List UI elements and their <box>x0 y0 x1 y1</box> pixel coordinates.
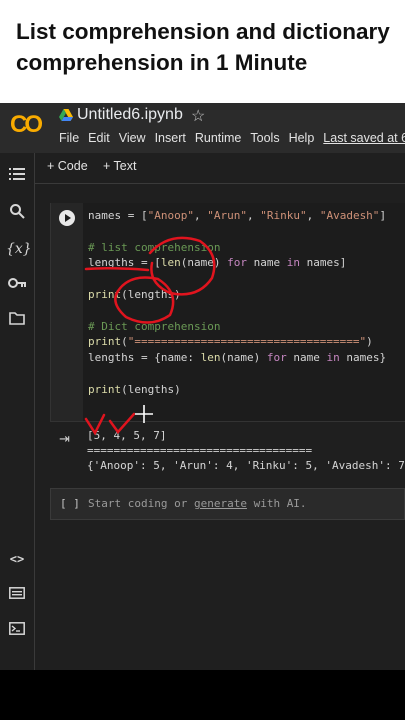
code-line: print("=================================… <box>88 335 373 349</box>
code-line: # Dict comprehension <box>88 319 221 333</box>
code-line: print(lengths) <box>88 382 181 396</box>
star-icon[interactable]: ☆ <box>191 106 205 126</box>
output-actions-icon[interactable]: ⇥ <box>59 431 70 447</box>
key-icon[interactable] <box>6 275 28 295</box>
table-of-contents-icon[interactable] <box>6 167 28 187</box>
code-line: print(lengths) <box>88 287 181 301</box>
cell-gutter <box>51 203 83 421</box>
placeholder-suffix: with AI. <box>246 497 307 510</box>
code-cell[interactable]: names = ["Anoop", "Arun", "Rinku", "Avad… <box>50 203 405 421</box>
video-title: List comprehension and dictionary compre… <box>16 19 390 75</box>
output-line: [5, 4, 5, 7] <box>87 429 167 442</box>
cell-bracket: [ ] <box>60 497 80 510</box>
code-line: # list comprehension <box>88 240 221 254</box>
menu-help[interactable]: Help <box>289 131 315 145</box>
left-sidebar: {x} <> <box>0 153 35 670</box>
menu-view[interactable]: View <box>119 131 146 145</box>
folder-icon[interactable] <box>6 311 28 331</box>
terminal-icon[interactable] <box>6 621 28 641</box>
code-line: names = ["Anoop", "Arun", "Rinku", "Avad… <box>88 209 387 222</box>
command-palette-icon[interactable] <box>6 585 28 605</box>
cell-output: ⇥ [5, 4, 5, 7] =========================… <box>50 421 405 482</box>
empty-code-cell[interactable]: [ ] Start coding or generate with AI. <box>50 488 405 520</box>
bottom-letterbox <box>0 670 405 720</box>
code-snippets-icon[interactable]: <> <box>6 549 28 569</box>
output-text: [5, 4, 5, 7] ===========================… <box>87 428 405 473</box>
menu-runtime[interactable]: Runtime <box>195 131 242 145</box>
variables-icon[interactable]: {x} <box>6 239 32 259</box>
output-line: {'Anoop': 5, 'Arun': 4, 'Rinku': 5, 'Ava… <box>87 459 405 472</box>
placeholder-prefix: Start coding or <box>88 497 194 510</box>
notebook-title[interactable]: Untitled6.ipynb <box>77 106 183 124</box>
colab-logo[interactable]: CO <box>10 111 43 139</box>
notebook-toolbar: + Code + Text <box>35 153 405 184</box>
output-line: ================================== <box>87 444 313 457</box>
drive-icon <box>59 109 73 121</box>
last-saved-link[interactable]: Last saved at 6: <box>323 131 405 145</box>
menu-edit[interactable]: Edit <box>88 131 110 145</box>
menu-tools[interactable]: Tools <box>250 131 279 145</box>
search-icon[interactable] <box>6 203 28 223</box>
add-code-button[interactable]: + Code <box>47 159 88 173</box>
menu-insert[interactable]: Insert <box>155 131 186 145</box>
empty-cell-placeholder: Start coding or generate with AI. <box>88 497 307 510</box>
run-cell-button[interactable] <box>59 210 75 226</box>
video-title-banner: List comprehension and dictionary compre… <box>0 0 405 103</box>
code-line: lengths = {name: len(name) for name in n… <box>88 351 387 365</box>
add-text-button[interactable]: + Text <box>103 159 136 173</box>
colab-window: CO Untitled6.ipynb ☆ File Edit View Inse… <box>0 103 405 670</box>
code-editor[interactable]: names = ["Anoop", "Arun", "Rinku", "Avad… <box>88 208 386 398</box>
menu-bar: File Edit View Insert Runtime Tools Help… <box>59 131 405 145</box>
menu-file[interactable]: File <box>59 131 79 145</box>
top-bar: CO Untitled6.ipynb ☆ File Edit View Inse… <box>0 103 405 153</box>
generate-link[interactable]: generate <box>194 497 247 510</box>
code-line: lengths = [len(name) for name in names] <box>88 256 347 270</box>
